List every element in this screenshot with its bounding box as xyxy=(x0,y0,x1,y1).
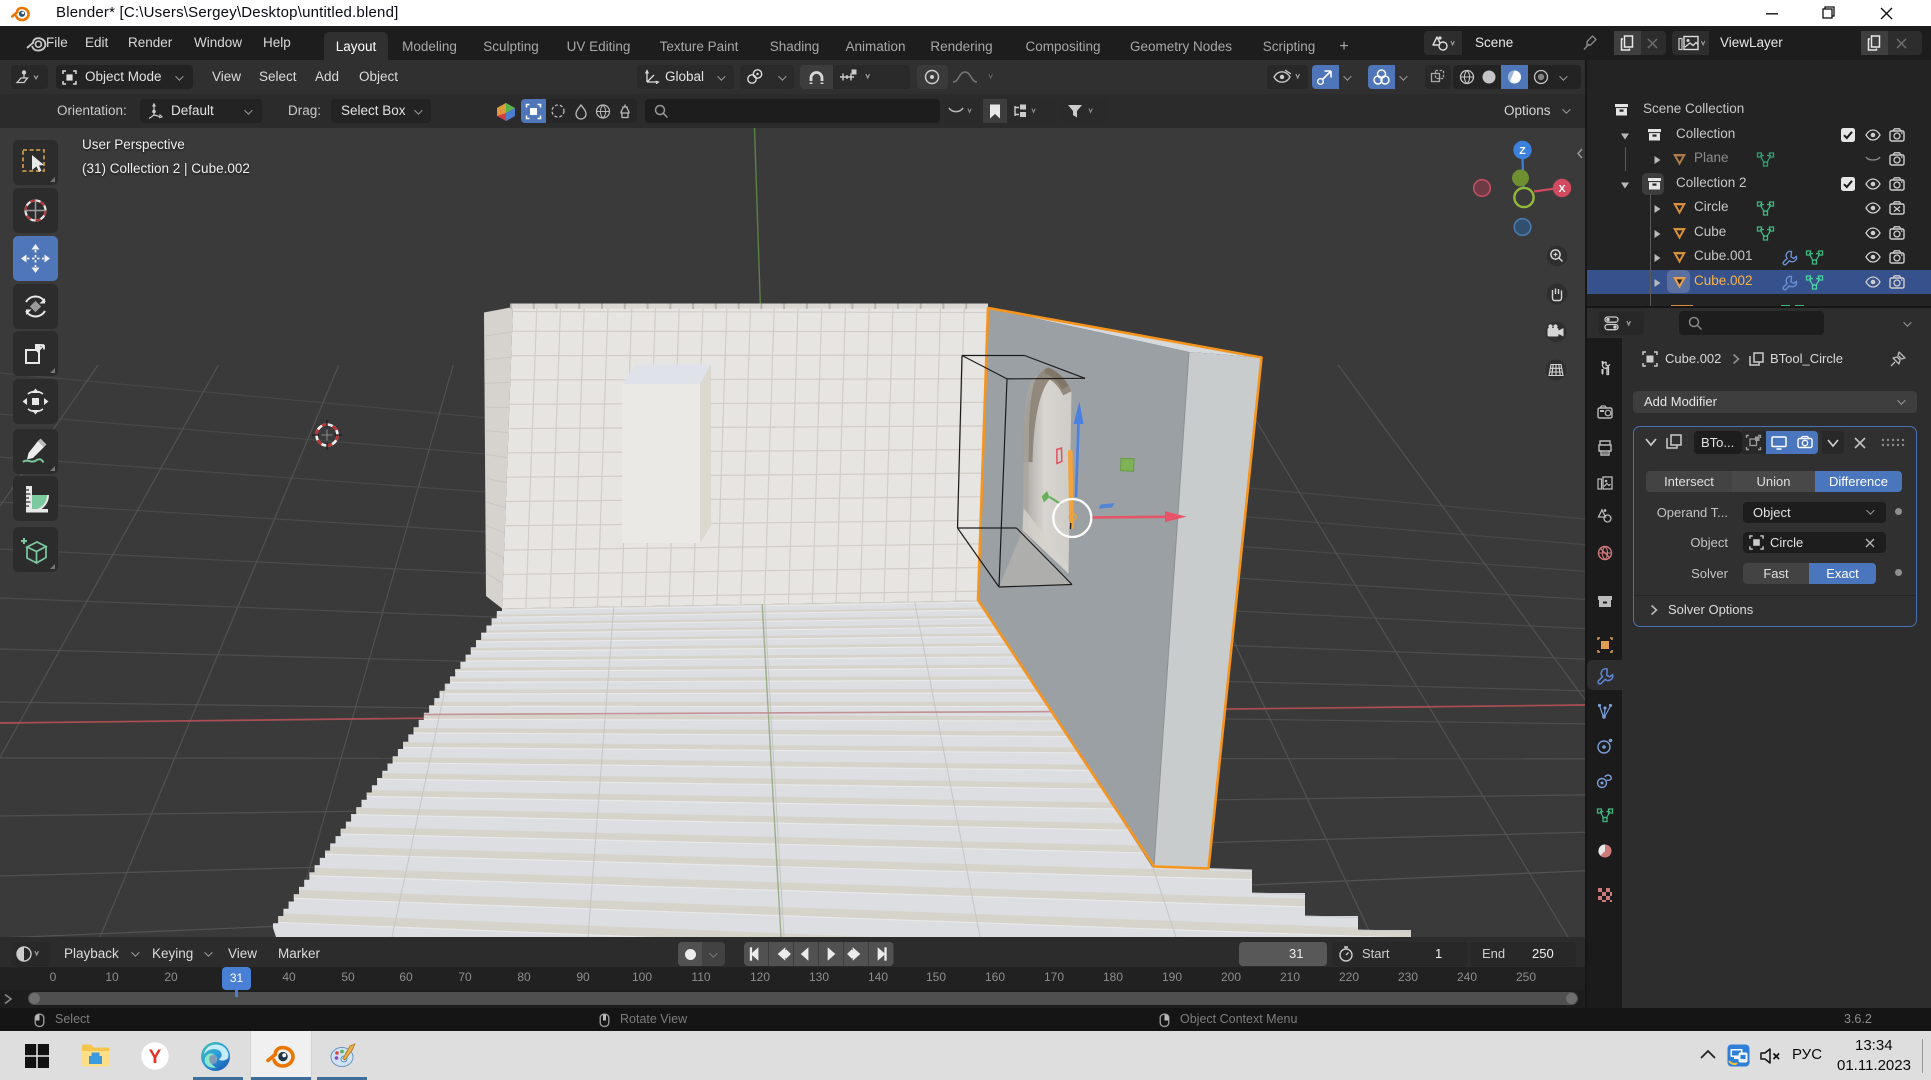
svg-text:X: X xyxy=(1558,183,1565,195)
svg-text:Z: Z xyxy=(1519,145,1526,157)
svg-text:Y: Y xyxy=(149,1047,162,1068)
